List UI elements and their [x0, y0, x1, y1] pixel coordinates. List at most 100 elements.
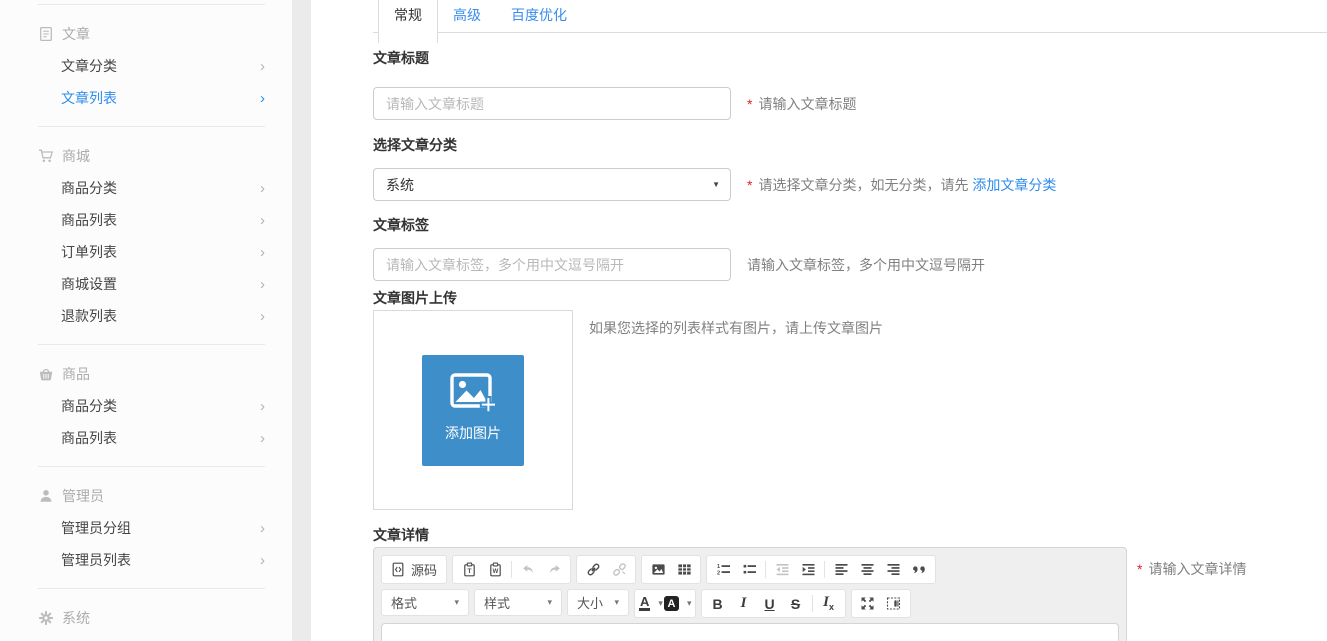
category-select-value: 系统	[386, 175, 414, 195]
align-center-button[interactable]	[854, 557, 880, 582]
sidebar-item-label: 退款列表	[61, 306, 117, 326]
article-category-hint: *请选择文章分类，如无分类，请先 添加文章分类	[747, 175, 1056, 195]
chevron-right-icon: ›	[260, 181, 265, 196]
tab-general[interactable]: 常规	[378, 0, 438, 43]
align-right-button[interactable]	[880, 557, 906, 582]
background-color-button[interactable]: A ▾	[664, 591, 692, 616]
toolbar-separator	[824, 561, 825, 578]
editor-content-area[interactable]	[381, 623, 1119, 641]
sidebar-group-system[interactable]: 系统	[38, 601, 265, 634]
paste-text-icon: T	[462, 562, 477, 577]
add-category-link[interactable]: 添加文章分类	[972, 177, 1056, 193]
sidebar-section-article: 文章 文章分类 › 文章列表 ›	[38, 4, 265, 126]
redo-icon	[547, 562, 562, 577]
category-select[interactable]: 系统 ▼	[373, 168, 731, 201]
sidebar-group-label: 商品	[62, 364, 90, 384]
unlink-button[interactable]	[606, 557, 632, 582]
bulleted-list-button[interactable]	[736, 557, 762, 582]
format-dropdown[interactable]: 格式▾	[381, 589, 469, 616]
sidebar-item-product-list[interactable]: 商品列表 ›	[38, 422, 265, 454]
svg-text:W: W	[492, 569, 498, 575]
source-button[interactable]: 源码	[385, 557, 443, 582]
underline-button[interactable]: U	[757, 591, 783, 616]
insert-table-button[interactable]	[671, 557, 697, 582]
image-plus-icon	[449, 368, 497, 416]
sidebar-item-goods-list[interactable]: 商品列表 ›	[38, 204, 265, 236]
sidebar-item-mall-settings[interactable]: 商城设置 ›	[38, 268, 265, 300]
toolbar-group-source: 源码	[381, 555, 447, 584]
image-icon	[651, 562, 666, 577]
svg-text:1: 1	[717, 564, 720, 570]
sidebar-group-admin[interactable]: 管理员	[38, 479, 265, 512]
sidebar-group-label: 商城	[62, 146, 90, 166]
sidebar-item-admin-group[interactable]: 管理员分组 ›	[38, 512, 265, 544]
chevron-right-icon: ›	[260, 59, 265, 74]
article-title-label: 文章标题	[373, 50, 1327, 66]
table-icon	[677, 562, 692, 577]
strikethrough-button[interactable]: S	[783, 591, 809, 616]
article-image-label: 文章图片上传	[373, 290, 1327, 306]
align-left-button[interactable]	[828, 557, 854, 582]
italic-button[interactable]: I	[731, 591, 757, 616]
bold-icon: B	[712, 597, 722, 611]
sidebar-item-article-category[interactable]: 文章分类 ›	[38, 50, 265, 82]
indent-button[interactable]	[795, 557, 821, 582]
text-color-icon: A	[639, 596, 650, 611]
add-image-button-label: 添加图片	[445, 423, 501, 443]
gear-icon	[38, 610, 55, 626]
article-tags-hint: 请输入文章标签，多个用中文逗号隔开	[747, 255, 985, 275]
remove-format-button[interactable]: Ix	[816, 591, 842, 616]
sidebar-group-mall[interactable]: 商城	[38, 139, 265, 172]
redo-button[interactable]	[541, 557, 567, 582]
sidebar-item-label: 商品分类	[61, 396, 117, 416]
paste-text-button[interactable]: T	[456, 557, 482, 582]
field-article-detail: 文章详情 源码 T	[373, 527, 1327, 641]
article-tags-input[interactable]	[373, 248, 731, 281]
rich-text-editor: 源码 T W	[373, 547, 1127, 641]
outdent-button[interactable]	[769, 557, 795, 582]
sidebar-group-product[interactable]: 商品	[38, 357, 265, 390]
editor-toolbar-row-2: 格式▾ 样式▾ 大小▾ A ▾	[381, 589, 1119, 618]
tab-advanced[interactable]: 高级	[438, 0, 496, 31]
style-dropdown[interactable]: 样式▾	[474, 589, 562, 616]
maximize-button[interactable]	[855, 591, 881, 616]
svg-text:T: T	[467, 568, 472, 575]
insert-image-button[interactable]	[645, 557, 671, 582]
sidebar: 文章 文章分类 › 文章列表 › 商城 商品分类 ›	[0, 0, 292, 641]
sidebar-item-label: 文章分类	[61, 56, 117, 76]
toolbar-group-tools	[851, 589, 911, 618]
underline-icon: U	[764, 597, 774, 611]
field-article-tags: 文章标签 请输入文章标签，多个用中文逗号隔开	[373, 217, 1327, 281]
sidebar-item-article-list[interactable]: 文章列表 ›	[38, 82, 265, 114]
article-title-input[interactable]	[373, 87, 731, 120]
chevron-right-icon: ›	[260, 91, 265, 106]
required-mark: *	[1137, 561, 1142, 577]
ordered-list-button[interactable]: 12	[710, 557, 736, 582]
sidebar-item-refund-list[interactable]: 退款列表 ›	[38, 300, 265, 332]
basket-icon	[38, 366, 55, 382]
article-image-upload-box[interactable]: 添加图片	[373, 310, 573, 510]
link-button[interactable]	[580, 557, 606, 582]
indent-icon	[801, 562, 816, 577]
show-blocks-button[interactable]	[881, 591, 907, 616]
maximize-icon	[860, 596, 875, 611]
sidebar-item-basic-info[interactable]: 基本信息 ›	[38, 634, 265, 641]
size-dropdown[interactable]: 大小▾	[567, 589, 629, 616]
blockquote-button[interactable]	[906, 557, 932, 582]
sidebar-item-goods-category[interactable]: 商品分类 ›	[38, 172, 265, 204]
blockquote-icon	[912, 562, 927, 577]
source-code-icon	[391, 562, 406, 577]
sidebar-group-article[interactable]: 文章	[38, 17, 265, 50]
add-image-button[interactable]: 添加图片	[422, 355, 524, 466]
bold-button[interactable]: B	[705, 591, 731, 616]
text-color-button[interactable]: A ▾	[638, 591, 664, 616]
paste-word-button[interactable]: W	[482, 557, 508, 582]
article-image-hint: 如果您选择的列表样式有图片，请上传文章图片	[589, 318, 883, 338]
undo-button[interactable]	[515, 557, 541, 582]
sidebar-item-admin-list[interactable]: 管理员列表 ›	[38, 544, 265, 576]
svg-text:2: 2	[717, 570, 720, 576]
tab-baidu-seo[interactable]: 百度优化	[496, 0, 582, 31]
sidebar-item-order-list[interactable]: 订单列表 ›	[38, 236, 265, 268]
sidebar-item-product-category[interactable]: 商品分类 ›	[38, 390, 265, 422]
required-mark: *	[747, 96, 752, 112]
